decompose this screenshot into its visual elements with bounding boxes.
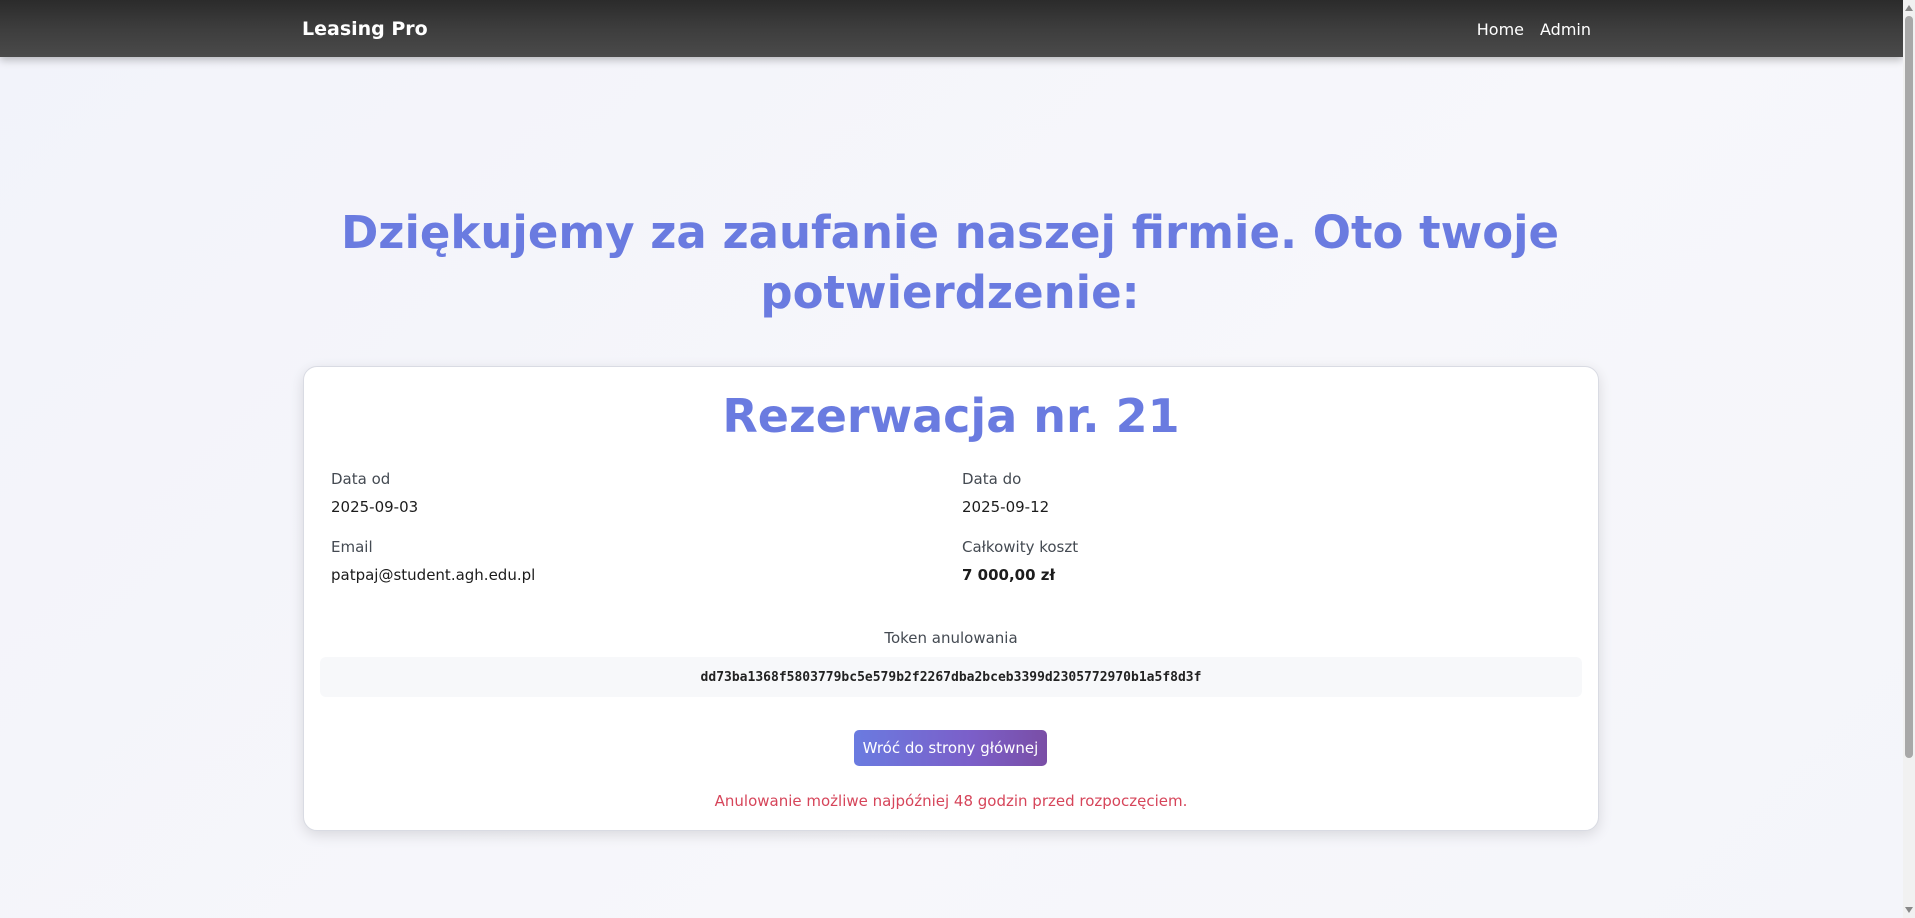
scrollbar[interactable] bbox=[1903, 0, 1915, 918]
total-cost-value: 7 000,00 zł bbox=[962, 566, 1056, 584]
reservation-title: Rezerwacja nr. 21 bbox=[722, 389, 1180, 443]
reservation-card: Rezerwacja nr. 21 Data od 2025-09-03 Dat… bbox=[303, 366, 1599, 831]
date-to-value: 2025-09-12 bbox=[962, 498, 1050, 516]
cancel-notice: Anulowanie możliwe najpóźniej 48 godzin … bbox=[714, 792, 1188, 810]
date-to-label: Data do bbox=[962, 470, 1022, 488]
brand-logo[interactable]: Leasing Pro bbox=[302, 18, 428, 40]
scroll-down-arrow-icon[interactable] bbox=[1905, 907, 1913, 913]
date-from-label: Data od bbox=[331, 470, 391, 488]
nav-home-link[interactable]: Home bbox=[1477, 20, 1524, 39]
scroll-up-arrow-icon[interactable] bbox=[1905, 5, 1913, 11]
date-from-value: 2025-09-03 bbox=[331, 498, 419, 516]
nav-admin-link[interactable]: Admin bbox=[1540, 20, 1591, 39]
scrollbar-thumb[interactable] bbox=[1905, 16, 1913, 758]
total-cost-label: Całkowity koszt bbox=[962, 538, 1079, 556]
main-nav: Home Admin bbox=[1477, 20, 1591, 39]
cancel-token-label: Token anulowania bbox=[884, 629, 1018, 647]
email-value: patpaj@student.agh.edu.pl bbox=[331, 566, 536, 584]
cancel-token-value: dd73ba1368f5803779bc5e579b2f2267dba2bceb… bbox=[320, 657, 1582, 697]
back-home-button[interactable]: Wróć do strony głównej bbox=[854, 730, 1047, 766]
email-label: Email bbox=[331, 538, 373, 556]
top-navbar: Leasing Pro Home Admin bbox=[0, 0, 1903, 57]
page-headline: Dziękujemy za zaufanie naszej firmie. Ot… bbox=[340, 206, 1560, 319]
